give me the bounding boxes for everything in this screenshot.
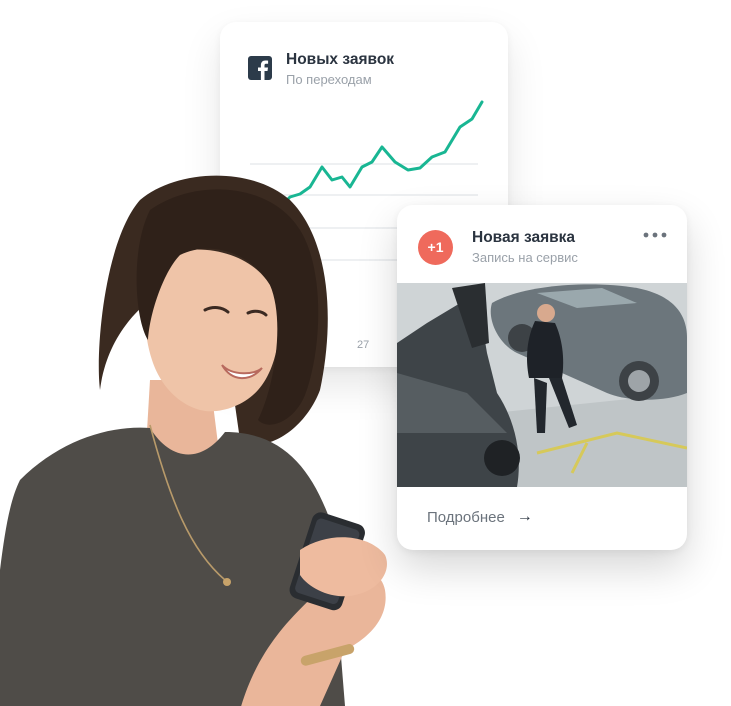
more-dots-icon[interactable]: [642, 227, 668, 243]
lead-subtitle: Запись на сервис: [472, 250, 578, 265]
details-link-label: Подробнее: [427, 508, 505, 526]
car-showroom-photo: [397, 283, 687, 487]
smiling-woman-with-phone: [0, 170, 420, 706]
new-lead-badge: +1: [418, 230, 453, 265]
details-link[interactable]: Подробнее →: [427, 508, 533, 526]
lead-card[interactable]: +1 Новая заявка Запись на сервис Подробн…: [397, 205, 687, 550]
arrow-right-icon: →: [516, 508, 533, 525]
lead-title: Новая заявка: [472, 229, 576, 246]
